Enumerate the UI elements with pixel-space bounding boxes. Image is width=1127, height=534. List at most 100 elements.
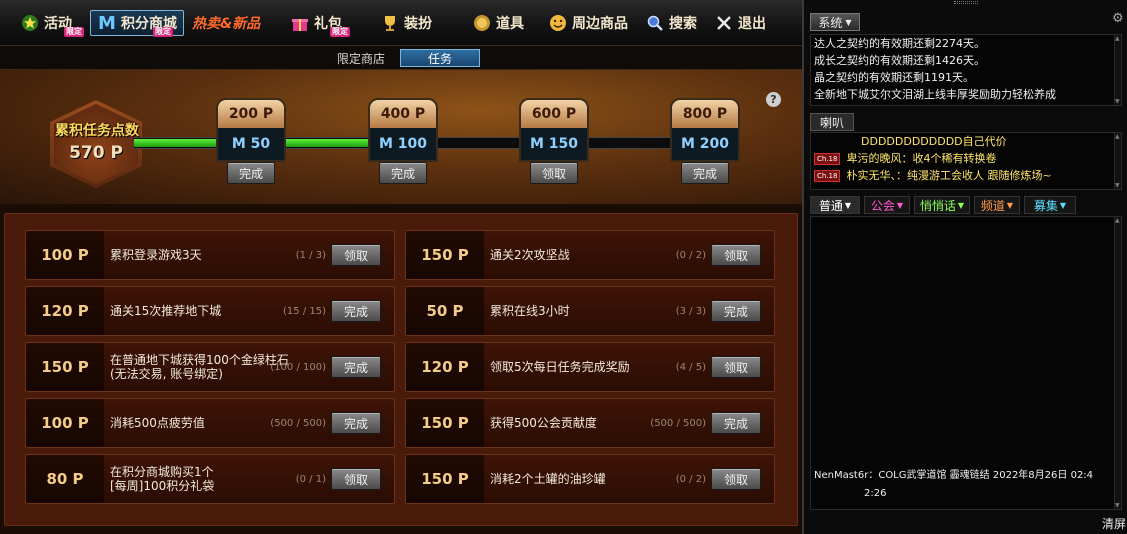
help-icon[interactable]: ?	[766, 92, 781, 107]
task-action-button[interactable]: 完成	[331, 412, 381, 434]
task-progress: (500 / 500)	[270, 417, 326, 429]
task-points: 120 P	[26, 287, 104, 335]
nav-exit[interactable]: 退出	[714, 9, 766, 37]
horn-message-box: DDDDDDDDDDDD自己代价 Ch.18 卑污的晚风：收4个稀有转换卷 Ch.…	[810, 132, 1122, 190]
task-points: 120 P	[406, 343, 484, 391]
resize-grip[interactable]	[954, 1, 978, 4]
task-progress: (0 / 2)	[675, 473, 706, 485]
milestone-reward: M 150	[519, 128, 589, 162]
task-action-button[interactable]: 完成	[331, 356, 381, 378]
chat-tab-channel[interactable]: 频道 ▼	[974, 196, 1020, 214]
milestone-reward: M 50	[216, 128, 286, 162]
system-message: 成长之契约的有效期还剩1426天。	[814, 54, 985, 67]
nav-merchandise[interactable]: 周边商品	[548, 9, 628, 37]
m-coin-icon: M	[98, 12, 116, 34]
task-points: 150 P	[406, 455, 484, 503]
system-channel-dropdown[interactable]: 系统 ▼	[810, 13, 860, 31]
task-points: 100 P	[26, 231, 104, 279]
chat-tab-whisper[interactable]: 悄悄话 ▼	[914, 196, 970, 214]
chat-tab-label: 普通	[818, 198, 843, 213]
clear-screen-button[interactable]: 清屏	[1102, 515, 1126, 532]
chat-tab-label: 公会	[870, 198, 895, 213]
nav-search[interactable]: 搜索	[645, 9, 697, 37]
top-navigation: 活动 限定 M 积分商城 限定 热卖&新品 礼包 限定 装扮 道具 周边商品 搜…	[0, 0, 802, 46]
chat-tab-normal[interactable]: 普通 ▼	[810, 196, 860, 214]
task-row: 150 P 获得500公会贡献度 (500 / 500) 完成	[405, 398, 775, 448]
system-message: 晶之契约的有效期还剩1191天。	[814, 71, 974, 84]
milestone-button[interactable]: 完成	[681, 162, 729, 184]
nav-avatar-label: 装扮	[404, 16, 432, 32]
task-action-button[interactable]: 完成	[711, 412, 761, 434]
task-action-button[interactable]: 领取	[331, 468, 381, 490]
horn-message-text: 卑污的晚风：收4个稀有转换卷	[846, 152, 997, 165]
task-list-panel: 100 P 累积登录游戏3天 (1 / 3) 领取 150 P 通关2次攻坚战 (0 / 2…	[4, 213, 798, 526]
task-action-button[interactable]: 完成	[331, 300, 381, 322]
chevron-down-icon: ▼	[1006, 200, 1014, 210]
chevron-down-icon: ▼	[845, 17, 852, 27]
task-points: 50 P	[406, 287, 484, 335]
task-points: 100 P	[26, 399, 104, 447]
horn-message: Ch.18 朴实无华、：纯漫游工会收人 跟随修炼场~	[811, 167, 1121, 184]
limited-badge: 限定	[153, 27, 173, 37]
task-row: 80 P 在积分商城购买1个 [每周]100积分礼袋 (0 / 1) 领取	[25, 454, 395, 504]
task-action-button[interactable]: 完成	[711, 300, 761, 322]
milestone-button[interactable]: 完成	[379, 162, 427, 184]
milestone-points: 200 P	[216, 98, 286, 130]
scrollbar[interactable]	[1114, 35, 1121, 105]
nav-merchandise-label: 周边商品	[572, 16, 628, 32]
task-row: 150 P 在普通地下城获得100个金绿柱石 (无法交易, 账号绑定) (100 /…	[25, 342, 395, 392]
nav-items[interactable]: 道具	[472, 9, 524, 37]
chevron-down-icon: ▼	[957, 200, 965, 210]
nav-events[interactable]: 活动 限定	[20, 9, 84, 37]
chat-tab-label: 频道	[980, 198, 1005, 213]
nav-hot-new[interactable]: 热卖&新品	[192, 9, 260, 37]
chat-message-box: NenMast6r：COLG武掌道馆 霾魂链结 2022年8月26日 02:4 …	[810, 216, 1122, 510]
milestone-card: 400 P M 100 完成	[368, 98, 438, 186]
nav-gift-pack[interactable]: 礼包 限定	[290, 9, 350, 37]
channel-badge: Ch.18	[814, 153, 841, 165]
horn-message-text: DDDDDDDDDDDD自己代价	[861, 135, 1007, 148]
nav-points-mall[interactable]: M 积分商城 限定	[90, 10, 184, 37]
milestone-button[interactable]: 完成	[227, 162, 275, 184]
limited-badge: 限定	[330, 27, 350, 37]
channel-badge: Ch.18	[814, 170, 841, 182]
task-row: 150 P 消耗2个土罐的油珍罐 (0 / 2) 领取	[405, 454, 775, 504]
tab-missions[interactable]: 任务	[400, 49, 480, 67]
scrollbar[interactable]	[1114, 133, 1121, 189]
chat-tab-guild[interactable]: 公会 ▼	[864, 196, 910, 214]
task-action-button[interactable]: 领取	[331, 244, 381, 266]
milestone-button[interactable]: 领取	[530, 162, 578, 184]
task-progress: (0 / 2)	[675, 249, 706, 261]
nav-avatar[interactable]: 装扮	[380, 9, 432, 37]
milestone-reward: M 100	[368, 128, 438, 162]
milestone-points: 800 P	[670, 98, 740, 130]
task-progress: (3 / 3)	[675, 305, 706, 317]
task-action-button[interactable]: 领取	[711, 244, 761, 266]
mall-window: 活动 限定 M 积分商城 限定 热卖&新品 礼包 限定 装扮 道具 周边商品 搜…	[0, 0, 802, 534]
task-row: 120 P 领取5次每日任务完成奖励 (4 / 5) 领取	[405, 342, 775, 392]
system-message-box: 达人之契约的有效期还剩2274天。 成长之契约的有效期还剩1426天。 晶之契约…	[810, 34, 1122, 106]
task-progress: (1 / 3)	[295, 249, 326, 261]
chat-tab-recruit[interactable]: 募集 ▼	[1024, 196, 1076, 214]
nav-exit-label: 退出	[738, 16, 766, 32]
tab-limited-shop[interactable]: 限定商店	[326, 49, 396, 67]
scrollbar[interactable]	[1114, 217, 1121, 509]
system-message: 达人之契约的有效期还剩2274天。	[814, 37, 985, 50]
milestone-points: 400 P	[368, 98, 438, 130]
horn-tab[interactable]: 喇叭	[810, 113, 854, 131]
task-progress: (15 / 15)	[283, 305, 326, 317]
task-action-button[interactable]: 领取	[711, 356, 761, 378]
chat-tab-label: 募集	[1033, 198, 1058, 213]
horn-message-text: 朴实无华、：纯漫游工会收人 跟随修炼场~	[846, 169, 1052, 182]
nav-hot-new-label: 热卖&新品	[192, 16, 261, 32]
close-icon	[714, 13, 734, 33]
task-row: 100 P 消耗500点疲劳值 (500 / 500) 完成	[25, 398, 395, 448]
milestone-points: 600 P	[519, 98, 589, 130]
nav-search-label: 搜索	[669, 16, 697, 32]
task-row: 50 P 累积在线3小时 (3 / 3) 完成	[405, 286, 775, 336]
sub-tabs: 限定商店 任务	[0, 46, 802, 70]
task-action-button[interactable]: 领取	[711, 468, 761, 490]
gear-icon[interactable]: ⚙	[1112, 11, 1124, 26]
task-progress: (100 / 100)	[270, 361, 326, 373]
milestone-card: 600 P M 150 领取	[519, 98, 589, 186]
